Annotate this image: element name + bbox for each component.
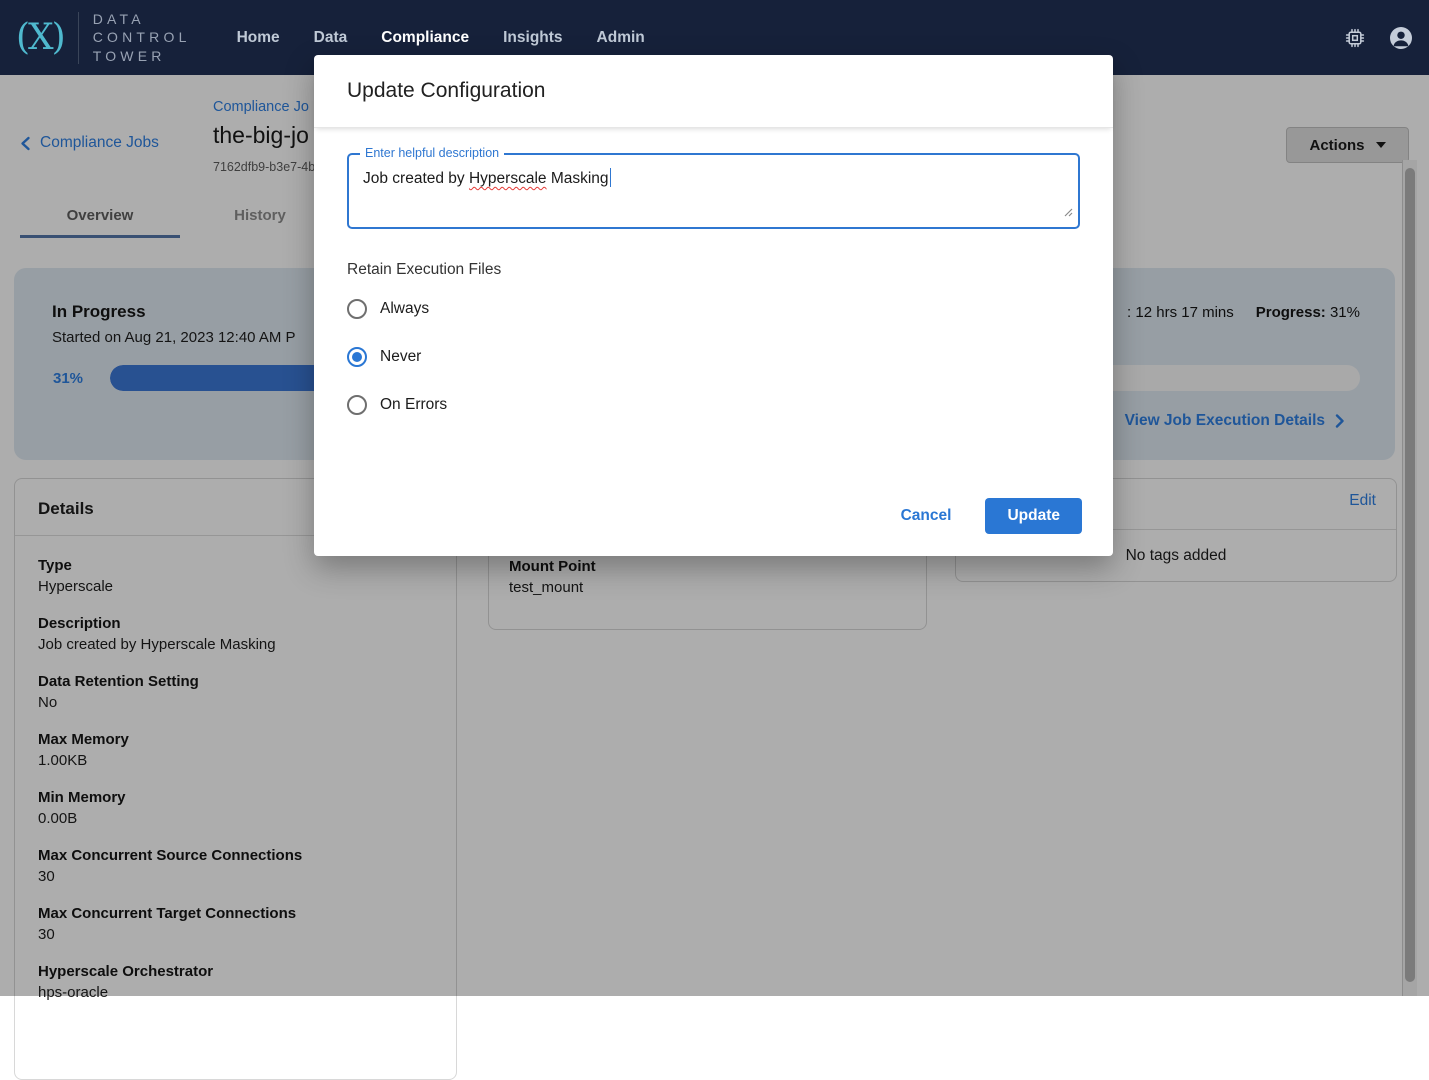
resize-handle-icon[interactable] xyxy=(1062,204,1073,222)
logo-x-icon: (X) xyxy=(0,17,78,58)
main-nav: Home Data Compliance Insights Admin xyxy=(237,23,645,53)
retain-execution-files-group: Always Never On Errors xyxy=(347,285,1080,429)
radio-button-icon xyxy=(347,299,367,319)
radio-button-icon xyxy=(347,395,367,415)
logo-line-1: DATA xyxy=(93,10,191,29)
description-field-label: Enter helpful description xyxy=(360,146,504,160)
logo-wordmark: DATA CONTROL TOWER xyxy=(93,10,191,66)
settings-chip-icon[interactable] xyxy=(1345,28,1365,48)
nav-item-insights[interactable]: Insights xyxy=(503,23,562,53)
description-field-value: Job created by Hyperscale Masking xyxy=(349,155,1078,202)
misspelled-word: Hyperscale xyxy=(469,170,547,187)
radio-option-on-errors[interactable]: On Errors xyxy=(347,381,1080,429)
radio-button-icon xyxy=(347,347,367,367)
dialog-header: Update Configuration xyxy=(314,55,1113,128)
nav-item-home[interactable]: Home xyxy=(237,23,280,53)
radio-option-always[interactable]: Always xyxy=(347,285,1080,333)
dialog-title: Update Configuration xyxy=(347,79,545,103)
update-configuration-dialog: Update Configuration Enter helpful descr… xyxy=(314,55,1113,556)
logo-line-2: CONTROL xyxy=(93,28,191,47)
radio-option-never[interactable]: Never xyxy=(347,333,1080,381)
description-textarea[interactable]: Enter helpful description Job created by… xyxy=(347,153,1080,229)
logo-line-3: TOWER xyxy=(93,47,191,66)
cancel-button[interactable]: Cancel xyxy=(891,499,962,533)
retain-execution-files-label: Retain Execution Files xyxy=(347,260,1080,279)
nav-item-admin[interactable]: Admin xyxy=(597,23,645,53)
nav-item-compliance[interactable]: Compliance xyxy=(381,23,469,53)
nav-item-data[interactable]: Data xyxy=(314,23,348,53)
text-cursor xyxy=(610,168,612,187)
logo-divider xyxy=(78,12,79,64)
account-avatar-icon[interactable] xyxy=(1389,26,1413,50)
update-button[interactable]: Update xyxy=(985,498,1082,534)
app-logo[interactable]: (X) DATA CONTROL TOWER xyxy=(0,0,191,75)
